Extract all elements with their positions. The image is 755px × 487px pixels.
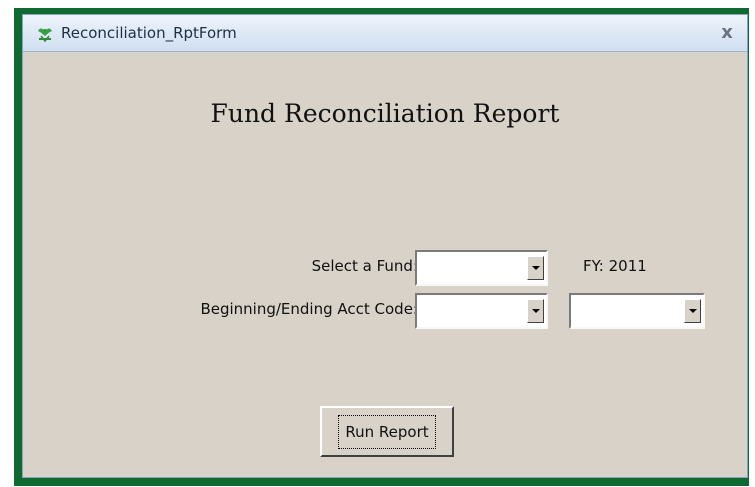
close-button[interactable]: x	[715, 20, 739, 44]
report-title: Fund Reconciliation Report	[210, 99, 560, 128]
app-icon	[38, 28, 52, 43]
close-icon: x	[721, 21, 733, 43]
chevron-down-icon	[531, 266, 540, 270]
fiscal-year: FY: 2011	[583, 257, 647, 275]
begin-acct-dropdown-button[interactable]	[527, 299, 544, 323]
begin-acct-code-select[interactable]	[415, 293, 548, 329]
end-acct-dropdown-button[interactable]	[684, 299, 701, 323]
fund-select[interactable]	[415, 250, 548, 286]
title-bar[interactable]: Reconciliation_RptForm x	[23, 15, 747, 52]
fy-value: 2011	[608, 257, 647, 275]
acct-code-label: Beginning/Ending Acct Code:	[200, 300, 418, 318]
run-report-button[interactable]: Run Report	[320, 406, 454, 457]
chevron-down-icon	[688, 309, 697, 313]
window-title: Reconciliation_RptForm	[61, 24, 237, 42]
end-acct-code-select[interactable]	[569, 293, 705, 329]
fund-dropdown-button[interactable]	[527, 256, 544, 280]
fy-label: FY:	[583, 257, 604, 275]
fund-label: Select a Fund:	[311, 257, 418, 275]
run-report-label: Run Report	[338, 414, 436, 449]
chevron-down-icon	[531, 309, 540, 313]
report-form-window: Reconciliation_RptForm x Fund Reconcilia…	[22, 14, 748, 478]
